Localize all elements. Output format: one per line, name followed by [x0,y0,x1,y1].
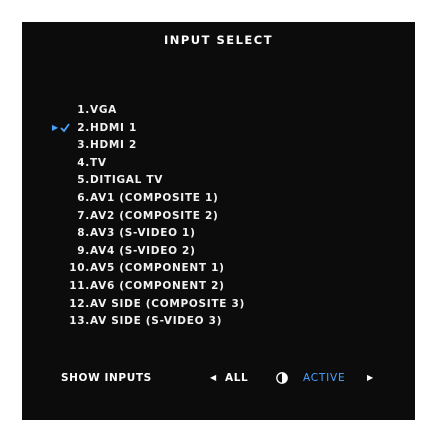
filter-all-option[interactable]: ALL [225,369,248,387]
input-number: 2. [77,121,90,134]
input-item-av5[interactable]: 10. AV5 (COMPONENT 1) [22,260,415,278]
input-item-hdmi-2[interactable]: 3. HDMI 2 [22,137,415,155]
input-number: 9. [77,244,90,257]
input-number: 10. [69,262,90,275]
input-number: 11. [69,279,90,292]
input-item-av2[interactable]: 7. AV2 (COMPOSITE 2) [22,208,415,226]
filter-active-option[interactable]: ACTIVE [303,369,345,387]
triangle-right-icon[interactable]: ▶ [367,369,374,387]
input-number: 8. [77,227,90,240]
input-label: HDMI 2 [90,139,138,152]
page-title: INPUT SELECT [163,33,274,47]
input-item-tv[interactable]: 4. TV [22,155,415,173]
input-number: 13. [69,315,90,328]
footer-bar: SHOW INPUTS ◀ ALL ACTIVE ▶ [22,369,415,387]
input-item-av4[interactable]: 9. AV4 (S-VIDEO 2) [22,243,415,261]
input-label: TV [90,156,107,169]
input-item-av-side-svideo[interactable]: 13. AV SIDE (S-VIDEO 3) [22,313,415,331]
input-item-vga[interactable]: 1. VGA [22,102,415,120]
input-item-av6[interactable]: 11. AV6 (COMPONENT 2) [22,278,415,296]
input-label: AV6 (COMPONENT 2) [90,279,225,292]
input-label: AV2 (COMPOSITE 2) [90,209,219,222]
input-item-av3[interactable]: 8. AV3 (S-VIDEO 1) [22,225,415,243]
input-label: AV4 (S-VIDEO 2) [90,244,196,257]
input-select-panel: INPUT SELECT 1. VGA ▶ 2. HDMI 1 3. HDMI … [22,22,415,420]
input-item-hdmi-1[interactable]: ▶ 2. HDMI 1 [22,120,415,138]
input-number: 6. [77,191,90,204]
input-number: 3. [77,139,90,152]
input-item-digital-tv[interactable]: 5. DITIGAL TV [22,172,415,190]
input-number: 1. [77,104,90,116]
input-label: AV1 (COMPOSITE 1) [90,191,219,204]
input-number: 12. [69,297,90,310]
input-label: AV3 (S-VIDEO 1) [90,227,196,240]
input-number: 5. [77,174,90,187]
input-label: VGA [90,104,117,116]
input-list: 1. VGA ▶ 2. HDMI 1 3. HDMI 2 4. TV 5. DI… [22,102,415,331]
input-label: DITIGAL TV [90,174,164,187]
input-label: HDMI 1 [90,121,138,134]
input-label: AV SIDE (S-VIDEO 3) [90,315,223,328]
input-item-av1[interactable]: 6. AV1 (COMPOSITE 1) [22,190,415,208]
input-label: AV SIDE (COMPOSITE 3) [90,297,245,310]
triangle-left-icon[interactable]: ◀ [210,369,217,387]
input-label: AV5 (COMPONENT 1) [90,262,225,275]
show-inputs-label: SHOW INPUTS [61,372,152,384]
input-number: 7. [77,209,90,222]
input-number: 4. [77,156,90,169]
toggle-switch-icon[interactable] [276,372,290,384]
input-item-av-side-composite[interactable]: 12. AV SIDE (COMPOSITE 3) [22,296,415,314]
